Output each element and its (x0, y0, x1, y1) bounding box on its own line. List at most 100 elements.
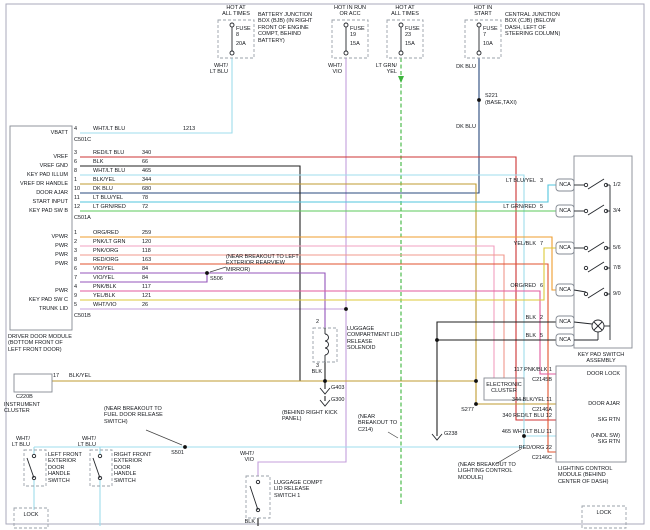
ddm-b-pin-3: 1 (74, 177, 88, 183)
keypad-switch-t-0: 1/2 (613, 182, 631, 188)
ground-g403-label: G403 (331, 385, 355, 391)
note-fuel: (NEAR BREAKOUT TO FUEL DOOR RELEASE SWIT… (104, 406, 168, 425)
keypad-nca-pin-4: 2 (540, 315, 550, 321)
note-lcm: (NEAR BREAKOUT TO LIGHTING CONTROL MODUL… (458, 462, 520, 481)
ddm-c-label-7: KEY PAD SW C (4, 297, 68, 303)
fuse19-name: FUSE 19 (350, 26, 368, 39)
ecluster-label: ELECTRONIC CLUSTER (485, 382, 523, 395)
instrument-cluster-box (14, 374, 52, 392)
keypad-lamp-icon (592, 320, 604, 332)
lcm-pin-label-1: DOOR AJAR (560, 401, 620, 407)
cluster-label: INSTRUMENT CLUSTER (4, 402, 58, 415)
lcm-pin-wire-0: 117 PNK/BLK 1 (438, 367, 552, 373)
wire-label-dkblu-2: DK BLU (450, 124, 476, 130)
fuse7-header: HOT IN START (457, 5, 509, 18)
ddm-c-name-3: RED/ORG (93, 257, 139, 263)
ddm-b-circuit-0: 340 (142, 150, 170, 156)
cluster-wire-label: BLK/YEL (57, 373, 101, 379)
ddm-b-circuit-3: 344 (142, 177, 170, 183)
ddm-b-label-1: VREF GND (4, 163, 68, 169)
ddm-c-name-8: WHT/VIO (93, 302, 139, 308)
splice-s506-label: S506 (210, 276, 234, 282)
lcm-label: LIGHTING CONTROL MODULE (BEHIND CENTER O… (558, 466, 624, 485)
ddm-b-label-2: KEY PAD ILLUM (4, 172, 68, 178)
ddm-c-pin-3: 8 (74, 257, 88, 263)
keypad-switch-t-1: 3/4 (613, 208, 631, 214)
cluster-conn-c220b: C220B (16, 394, 48, 400)
ddm-b-label-3: VREF DR HANDLE (4, 181, 68, 187)
fuse23-symbol (399, 23, 403, 55)
fuse23-amps: 15A (405, 41, 423, 47)
wire-label-dkblu-top: DK BLU (450, 64, 476, 70)
ddm-b-pin-0: 3 (74, 150, 88, 156)
ddm-c-label-2: PWR (4, 252, 68, 258)
ddm-c-pin-2: 3 (74, 248, 88, 254)
ground-g300-label: G300 (331, 397, 355, 403)
ddm-b-circuit-6: 72 (142, 204, 170, 210)
ddm-b-name-1: BLK (93, 159, 139, 165)
fuse8-header: HOT AT ALL TIMES (210, 5, 262, 18)
ddm-c-name-1: PNK/LT GRN (93, 239, 139, 245)
ddm-a-circuit-0: 1213 (183, 126, 211, 132)
splice-s221-label: S221 (485, 93, 515, 99)
ddm-c-label-6: PWR (4, 288, 68, 294)
keypad-nca-name-1: LT GRN/RED (468, 204, 536, 210)
left-lock-label: LOCK (14, 512, 48, 518)
ddm-b-label-4: DOOR AJAR (4, 190, 68, 196)
keypad-nca-pin-1: 5 (540, 204, 550, 210)
ddm-c-pin-0: 1 (74, 230, 88, 236)
solenoid-wire-blk: BLK (309, 369, 322, 375)
keypad-nca-pin-3: 6 (540, 283, 550, 289)
ddm-b-pin-2: 8 (74, 168, 88, 174)
ddm-c-circuit-6: 117 (142, 284, 170, 290)
ddm-c-pin-1: 2 (74, 239, 88, 245)
fuse8-symbol (230, 23, 234, 55)
ddm-b-pin-5: 11 (74, 195, 88, 201)
keypad-switch-t-2: 5/6 (613, 245, 631, 251)
fuse7-symbol (477, 23, 481, 55)
ddm-c-name-0: ORG/RED (93, 230, 139, 236)
right-handle-switch-label: RIGHT FRONT EXTERIOR DOOR HANDLE SWITCH (114, 452, 154, 484)
ddm-b-name-4: DK BLU (93, 186, 139, 192)
lcm-pin-conn-0: C2145B (472, 377, 552, 383)
lcm-pin-label-3: (HNDL SW) SIG RTN (560, 433, 620, 446)
ddm-conn-c501b: C501B (74, 313, 104, 319)
ddm-c-pin-5: 7 (74, 275, 88, 281)
lcm-pin-wire-2: 340 RED/LT BLU 12 (438, 413, 552, 419)
wire-label-whtvio-top: WHT/ VIO (314, 63, 342, 76)
lcm-pin-conn-4: C2146C (472, 455, 552, 461)
solenoid-coil-symbol (325, 328, 329, 362)
keypad-nca-pin-0: 3 (540, 178, 550, 184)
ddm-b-circuit-2: 465 (142, 168, 170, 174)
ddm-c-name-6: PNK/BLK (93, 284, 139, 290)
ddm-conn-c501c: C501C (74, 137, 104, 143)
lighting-control-module-box (556, 366, 626, 462)
keypad-nca-name-0: LT BLU/YEL (468, 178, 536, 184)
lcm-pin-wire-3: 465 WHT/LT BLU 11 (438, 429, 552, 435)
keypad-nca-name-2: YEL/BLK (468, 241, 536, 247)
right-lock-label: LOCK (582, 510, 626, 516)
ddm-b-name-5: LT BLU/YEL (93, 195, 139, 201)
ddm-c-pin-8: 5 (74, 302, 88, 308)
keypad-switch-symbols (574, 179, 610, 340)
ddm-b-pin-1: 6 (74, 159, 88, 165)
left-handle-switch-symbol (27, 454, 36, 479)
lcm-pin-label-0: DOOR LOCK (560, 371, 620, 377)
note-c214: (NEAR BREAKOUT TO C214) (358, 414, 404, 433)
fuse19-symbol (344, 23, 348, 55)
ddm-c-label-1: PWR (4, 243, 68, 249)
ddm-c-pin-6: 4 (74, 284, 88, 290)
keypad-nca-pin-2: 7 (540, 241, 550, 247)
ddm-b-pin-4: 10 (74, 186, 88, 192)
ddm-c-name-2: PNK/ORG (93, 248, 139, 254)
ddm-c-label-3: PWR (4, 261, 68, 267)
fuse19-header: HOT IN RUN OR ACC (324, 5, 376, 18)
note-mirror: (NEAR BREAKOUT TO LEFT EXTERIOR REARVIEW… (226, 254, 310, 273)
ddm-b-label-5: START INPUT (4, 199, 68, 205)
lugswitch-wire-bot: BLK (242, 519, 255, 525)
ddm-b-circuit-4: 680 (142, 186, 170, 192)
keypad-nca-nca-5: NCA (556, 337, 574, 343)
fuse19-amps: 15A (350, 41, 368, 47)
wire-lt-grn-yel-arrow (398, 76, 404, 83)
note-kick-panel: (BEHIND RIGHT KICK PANEL) (282, 410, 346, 423)
